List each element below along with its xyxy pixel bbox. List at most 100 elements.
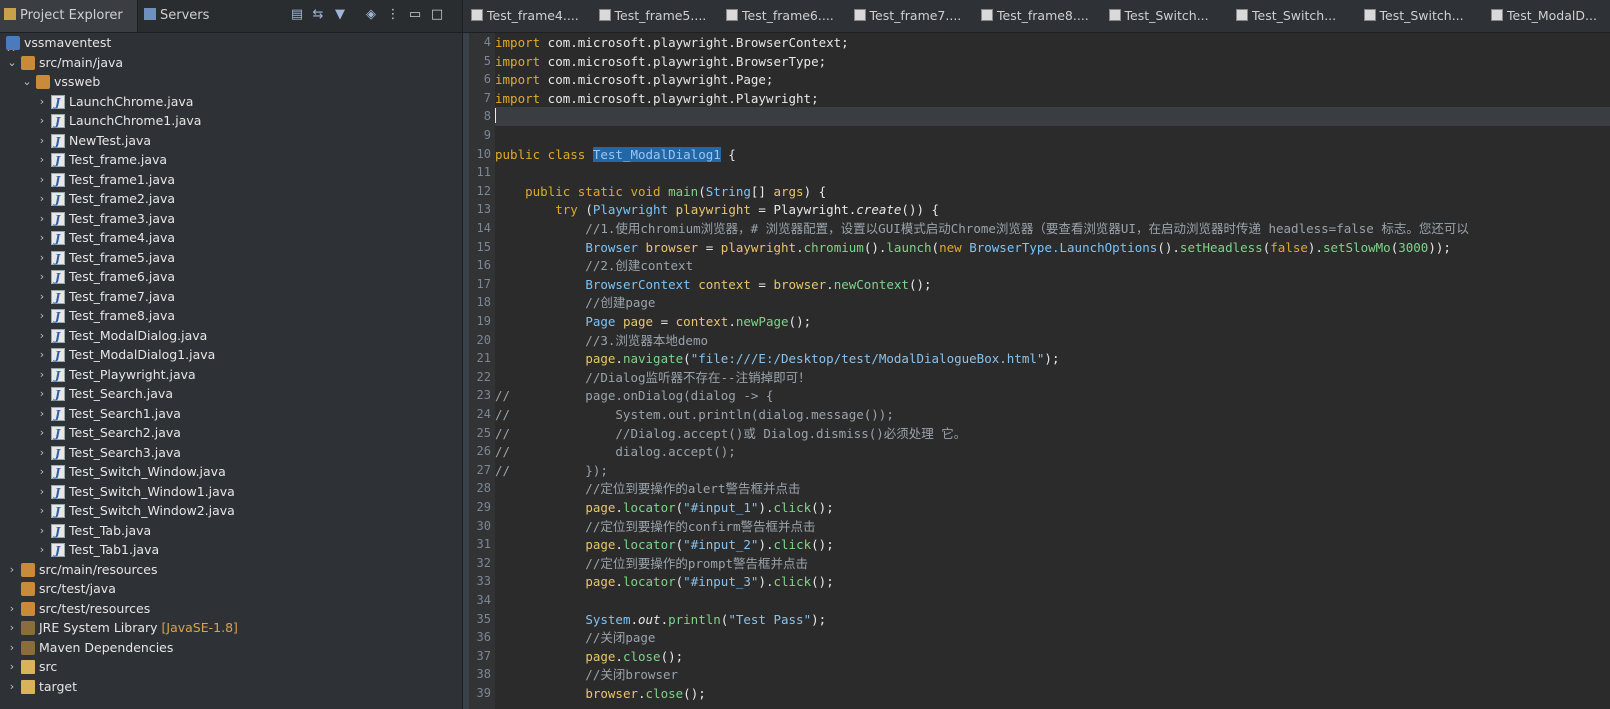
chevron-right-icon[interactable]: ›	[36, 189, 48, 209]
tree-item[interactable]: ⌄ vssmaventest	[0, 33, 462, 53]
chevron-right-icon[interactable]: ›	[36, 462, 48, 482]
editor-tab[interactable]: Test_frame5....	[595, 0, 706, 32]
tree-item[interactable]: › Test_Search2.java	[0, 423, 462, 444]
line-number: 27	[476, 462, 491, 477]
chevron-right-icon[interactable]: ›	[36, 228, 48, 248]
tree-item[interactable]: › Test_Search3.java	[0, 443, 462, 464]
chevron-right-icon[interactable]: ›	[6, 599, 18, 619]
chevron-down-icon[interactable]: ⌄	[6, 53, 18, 73]
tree-item[interactable]: › Maven Dependencies	[0, 638, 462, 658]
chevron-right-icon[interactable]: ›	[36, 540, 48, 560]
editor-tab[interactable]: Test_Switch...	[1105, 0, 1209, 32]
tree-item[interactable]: › Test_Playwright.java	[0, 365, 462, 386]
chevron-right-icon[interactable]: ›	[36, 423, 48, 443]
tree-item[interactable]: › Test_Tab.java	[0, 521, 462, 542]
chevron-right-icon[interactable]: ›	[36, 443, 48, 463]
chevron-right-icon[interactable]: ›	[36, 365, 48, 385]
chevron-right-icon[interactable]: ›	[36, 287, 48, 307]
java-file-icon	[1108, 9, 1121, 21]
tree-item[interactable]: › target	[0, 677, 462, 697]
code-editor[interactable]: import com.microsoft.playwright.BrowserC…	[495, 33, 1610, 709]
chevron-down-icon[interactable]: ⌄	[21, 72, 33, 92]
collapse-all-icon[interactable]: ▤	[290, 8, 304, 22]
java-file-icon	[51, 444, 65, 464]
tree-item[interactable]: › Test_frame.java	[0, 150, 462, 171]
chevron-right-icon[interactable]: ›	[36, 248, 48, 268]
chevron-right-icon[interactable]: ›	[36, 482, 48, 502]
tree-item[interactable]: ⌄ src/main/java	[0, 53, 462, 73]
chevron-right-icon[interactable]: ›	[36, 150, 48, 170]
editor-tab[interactable]: Test_frame8....	[977, 0, 1089, 32]
maximize-icon[interactable]: □	[430, 8, 444, 22]
tree-item[interactable]: › Test_Search1.java	[0, 404, 462, 425]
link-with-editor-icon[interactable]: ⇆	[311, 8, 325, 22]
tree-item[interactable]: src/test/java	[0, 579, 462, 599]
tree-item[interactable]: › Test_Switch_Window.java	[0, 462, 462, 483]
tree-item[interactable]: › Test_frame6.java	[0, 267, 462, 288]
chevron-right-icon[interactable]: ›	[6, 657, 18, 677]
tree-item[interactable]: › JRE System Library [JavaSE-1.8]	[0, 618, 462, 638]
editor-tab[interactable]: Test_frame4....	[467, 0, 579, 32]
tree-item[interactable]: › Test_frame1.java	[0, 170, 462, 191]
tree-item[interactable]: › Test_frame5.java	[0, 248, 462, 269]
tree-item[interactable]: › src/test/resources	[0, 599, 462, 619]
chevron-right-icon[interactable]: ›	[6, 618, 18, 638]
java-file-icon	[1236, 9, 1248, 21]
chevron-down-icon[interactable]: ⌄	[0, 33, 3, 53]
chevron-right-icon[interactable]: ›	[6, 560, 18, 580]
eclipse-window: Project Explorer✕ Servers ▤ ⇆ ▼ ◈ ⋮ ▭ □ …	[0, 0, 1610, 709]
code-line: import com.microsoft.playwright.Page;	[495, 70, 773, 89]
chevron-right-icon[interactable]: ›	[36, 306, 48, 326]
tree-item[interactable]: › NewTest.java	[0, 131, 462, 152]
tree-item-label: Test_Playwright.java	[69, 366, 196, 382]
tab-servers[interactable]: Servers	[140, 0, 250, 32]
focus-icon[interactable]: ◈	[364, 8, 378, 22]
filter-icon[interactable]: ▼	[333, 8, 347, 22]
chevron-right-icon[interactable]: ›	[36, 384, 48, 404]
view-menu-icon[interactable]: ⋮	[386, 8, 400, 22]
tree-item[interactable]: › src	[0, 657, 462, 677]
chevron-right-icon[interactable]: ›	[36, 267, 48, 287]
code-token: (	[585, 202, 593, 218]
chevron-right-icon[interactable]: ›	[36, 111, 48, 131]
tree-item[interactable]: › Test_frame2.java	[0, 189, 462, 210]
code-token: // System.out.println(dialog.message());	[495, 407, 894, 422]
tab-project-explorer[interactable]: Project Explorer✕	[0, 0, 138, 55]
tree-item[interactable]: › Test_ModalDialog.java	[0, 326, 462, 347]
current-line-highlight	[495, 107, 1610, 127]
minimize-icon[interactable]: ▭	[408, 8, 422, 22]
editor-tab[interactable]: Test_Switch...	[1232, 0, 1336, 32]
tree-item[interactable]: › LaunchChrome.java	[0, 92, 462, 113]
tree-item[interactable]: › Test_Search.java	[0, 384, 462, 405]
chevron-right-icon[interactable]: ›	[36, 170, 48, 190]
java-file-icon	[51, 385, 65, 405]
chevron-right-icon[interactable]: ›	[6, 638, 18, 658]
chevron-right-icon[interactable]: ›	[36, 501, 48, 521]
tree-item[interactable]: › Test_Tab1.java	[0, 540, 462, 561]
editor-tab[interactable]: Test_frame6....	[722, 0, 834, 32]
view-tab-bar: Project Explorer✕ Servers ▤ ⇆ ▼ ◈ ⋮ ▭ □	[0, 0, 462, 55]
tree-item[interactable]: › src/main/resources	[0, 560, 462, 580]
chevron-right-icon[interactable]: ›	[36, 345, 48, 365]
chevron-right-icon[interactable]: ›	[6, 677, 18, 697]
tree-item[interactable]: › Test_frame8.java	[0, 306, 462, 327]
tree-item[interactable]: › Test_Switch_Window1.java	[0, 482, 462, 503]
code-line: page.locator("#input_1").click();	[495, 498, 833, 517]
chevron-right-icon[interactable]: ›	[36, 404, 48, 424]
editor-tab[interactable]: Test_frame7....	[850, 0, 961, 32]
tree-item[interactable]: › Test_frame4.java	[0, 228, 462, 249]
tree-item[interactable]: › Test_ModalDialog1.java	[0, 345, 462, 366]
editor-tab[interactable]: Test_Switch...	[1360, 0, 1464, 32]
chevron-right-icon[interactable]: ›	[36, 92, 48, 112]
tree-item[interactable]: › Test_frame7.java	[0, 287, 462, 308]
tree-item[interactable]: › Test_Switch_Window2.java	[0, 501, 462, 522]
tree-item[interactable]: › Test_frame3.java	[0, 209, 462, 230]
tree-item[interactable]: ⌄ vssweb	[0, 72, 462, 92]
java-file-icon	[471, 9, 483, 21]
tree-item[interactable]: › LaunchChrome1.java	[0, 111, 462, 132]
chevron-right-icon[interactable]: ›	[36, 326, 48, 346]
chevron-right-icon[interactable]: ›	[36, 521, 48, 541]
editor-tab[interactable]: Test_ModalD...	[1487, 0, 1597, 32]
chevron-right-icon[interactable]: ›	[36, 131, 48, 151]
chevron-right-icon[interactable]: ›	[36, 209, 48, 229]
